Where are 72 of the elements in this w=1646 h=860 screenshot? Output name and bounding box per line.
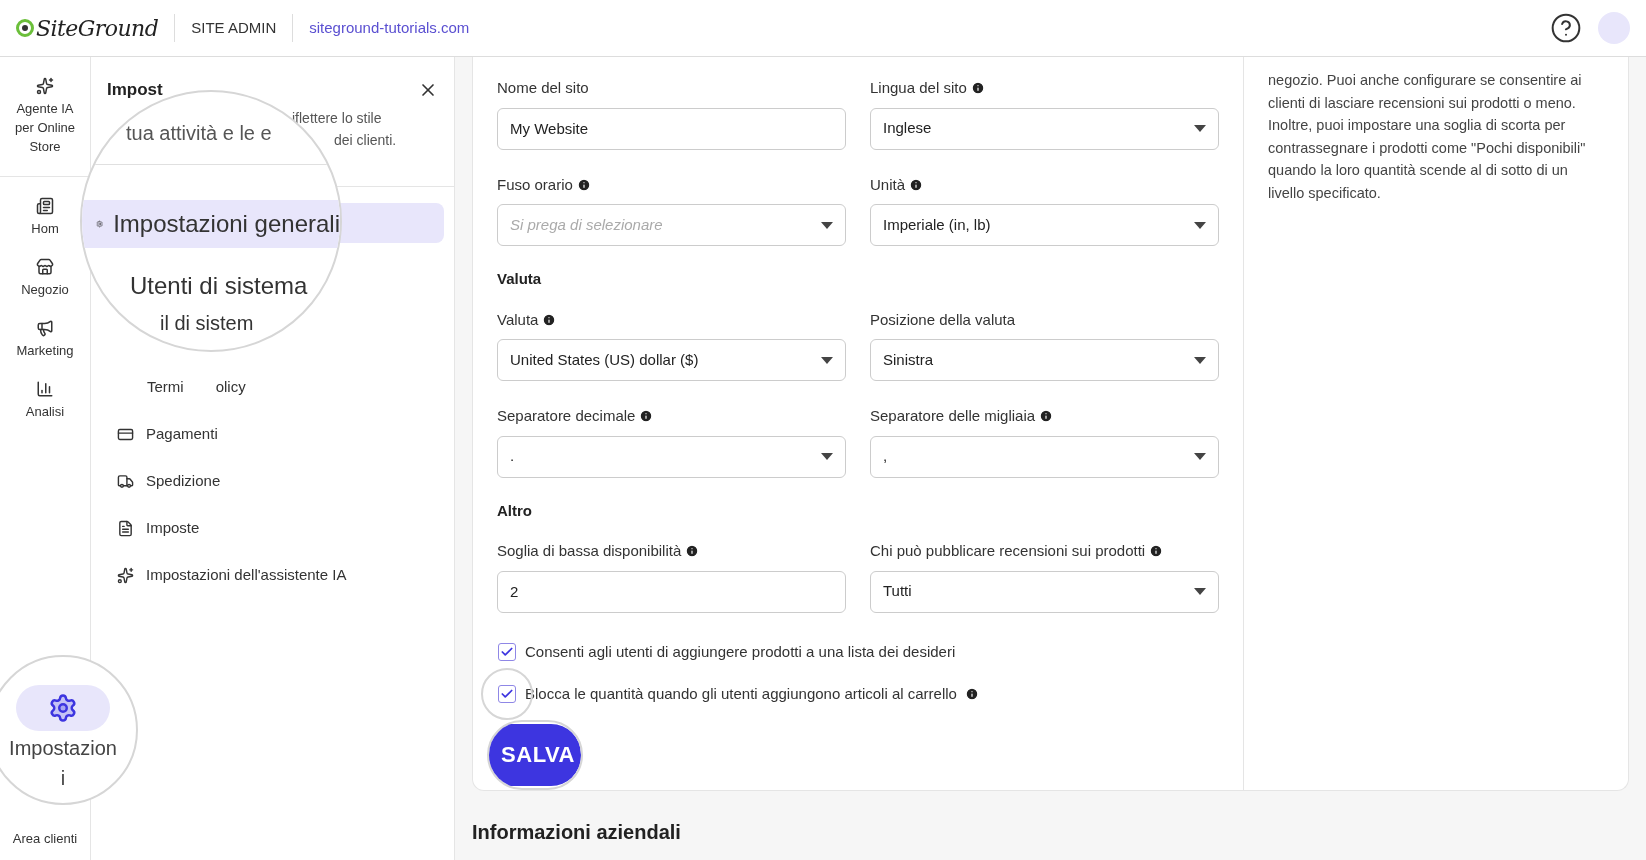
chart-icon[interactable] bbox=[36, 380, 54, 398]
help-icon[interactable] bbox=[1550, 12, 1582, 44]
help-text: negozio. Puoi anche configurare se consentire ai clienti di lasciare recensioni sui prodotti o meno. Inoltre, puoi impostare una soglia di scorta per contrassegnare i prodotti come "Pochi disponibili" quando la loro quantità scende al di sotto di un livello specificato. bbox=[1268, 71, 1586, 203]
dropdown-caret-icon bbox=[1194, 125, 1206, 132]
field-label: Lingua del sito bbox=[870, 78, 967, 98]
rail-item[interactable]: Analisi bbox=[25, 402, 65, 421]
menu-item[interactable]: Spedizione bbox=[101, 458, 444, 505]
card-icon bbox=[117, 426, 134, 443]
menu-item-text[interactable]: olicy bbox=[215, 376, 246, 399]
dropdown-caret-icon bbox=[1194, 453, 1206, 460]
field-label: Chi può pubblicare recensioni sui prodotti bbox=[870, 541, 1146, 561]
text-field[interactable]: My Website bbox=[497, 107, 846, 150]
field-label: Separatore decimale bbox=[497, 406, 636, 426]
gear-icon bbox=[48, 693, 78, 723]
checkbox[interactable] bbox=[498, 642, 516, 661]
checkbox-label: Blocca le quantità quando gli utenti aggiungono articoli al carrello bbox=[525, 684, 957, 704]
document-icon bbox=[117, 520, 134, 537]
select-field[interactable]: Tutti bbox=[870, 570, 1219, 613]
field-label: Nome del sito bbox=[497, 78, 589, 98]
menu-item[interactable]: Imposte bbox=[101, 505, 444, 552]
section-title: SITE ADMIN bbox=[191, 17, 277, 38]
truck-icon bbox=[117, 473, 134, 490]
text-field[interactable]: 2 bbox=[497, 570, 846, 613]
dropdown-caret-icon bbox=[1194, 588, 1206, 595]
site-link[interactable]: siteground-tutorials.com bbox=[309, 16, 470, 40]
panel-description: dei clienti. bbox=[333, 130, 398, 150]
menu-item[interactable]: Pagamenti bbox=[101, 411, 444, 458]
select-field[interactable]: United States (US) dollar ($) bbox=[497, 339, 846, 381]
magnified-text: il di sistem bbox=[160, 311, 254, 336]
menu-item-text[interactable]: Termi bbox=[147, 376, 184, 399]
field-label: Soglia di bassa disponibilità bbox=[497, 541, 682, 561]
section-heading: Altro bbox=[497, 500, 533, 521]
rail-item[interactable]: Hom bbox=[31, 219, 59, 238]
store-icon[interactable] bbox=[36, 258, 54, 276]
menu-item[interactable]: Impostazioni generali bbox=[82, 200, 340, 248]
select-field[interactable]: Sinistra bbox=[870, 339, 1219, 381]
checkbox-label: Consenti agli utenti di aggiungere prodotti a una lista dei desideri bbox=[525, 641, 956, 662]
panel-description: iflettere lo stile bbox=[292, 108, 383, 128]
menu-item[interactable]: Utenti di sistema bbox=[82, 262, 340, 310]
section-heading: Valuta bbox=[497, 269, 543, 289]
field-label: Unità bbox=[870, 174, 906, 195]
brand-name: SiteGround bbox=[36, 14, 159, 43]
dropdown-caret-icon bbox=[1194, 356, 1206, 364]
newspaper-icon[interactable] bbox=[36, 197, 54, 215]
sparkle-icon[interactable] bbox=[36, 77, 54, 95]
megaphone-icon[interactable] bbox=[36, 319, 54, 337]
logo-icon bbox=[16, 18, 34, 38]
rail-item[interactable] bbox=[16, 685, 110, 731]
select-field[interactable]: Inglese bbox=[870, 107, 1219, 150]
dropdown-caret-icon bbox=[821, 453, 833, 460]
select-field[interactable]: . bbox=[497, 435, 846, 478]
field-label: Valuta bbox=[497, 309, 539, 330]
magnified-description: tua attività e le e bbox=[126, 121, 272, 146]
sparkle-icon bbox=[117, 567, 134, 584]
dropdown-caret-icon bbox=[1194, 221, 1206, 229]
panel-title: Impost bbox=[107, 79, 163, 101]
checkbox[interactable] bbox=[498, 685, 516, 704]
rail-item[interactable]: Marketing bbox=[16, 341, 74, 360]
rail-item-label: Impostazioni bbox=[8, 736, 118, 791]
rail-item[interactable]: Area clienti bbox=[12, 828, 78, 848]
rail-item[interactable]: Negozio bbox=[21, 280, 69, 299]
section-title: Informazioni aziendali bbox=[472, 820, 682, 845]
select-field[interactable]: Imperiale (in, lb) bbox=[870, 204, 1219, 246]
dropdown-caret-icon bbox=[821, 356, 833, 364]
save-button[interactable]: SALVA bbox=[489, 723, 581, 786]
rail-item[interactable]: Agente IA per Online Store bbox=[12, 99, 78, 156]
dropdown-caret-icon bbox=[821, 221, 833, 229]
field-label: Fuso orario bbox=[497, 174, 573, 195]
select-field[interactable]: , bbox=[870, 435, 1219, 478]
menu-item[interactable]: Impostazioni dell'assistente IA bbox=[101, 552, 444, 599]
field-label: Separatore delle migliaia bbox=[870, 406, 1036, 426]
field-label: Posizione della valuta bbox=[870, 309, 1016, 330]
